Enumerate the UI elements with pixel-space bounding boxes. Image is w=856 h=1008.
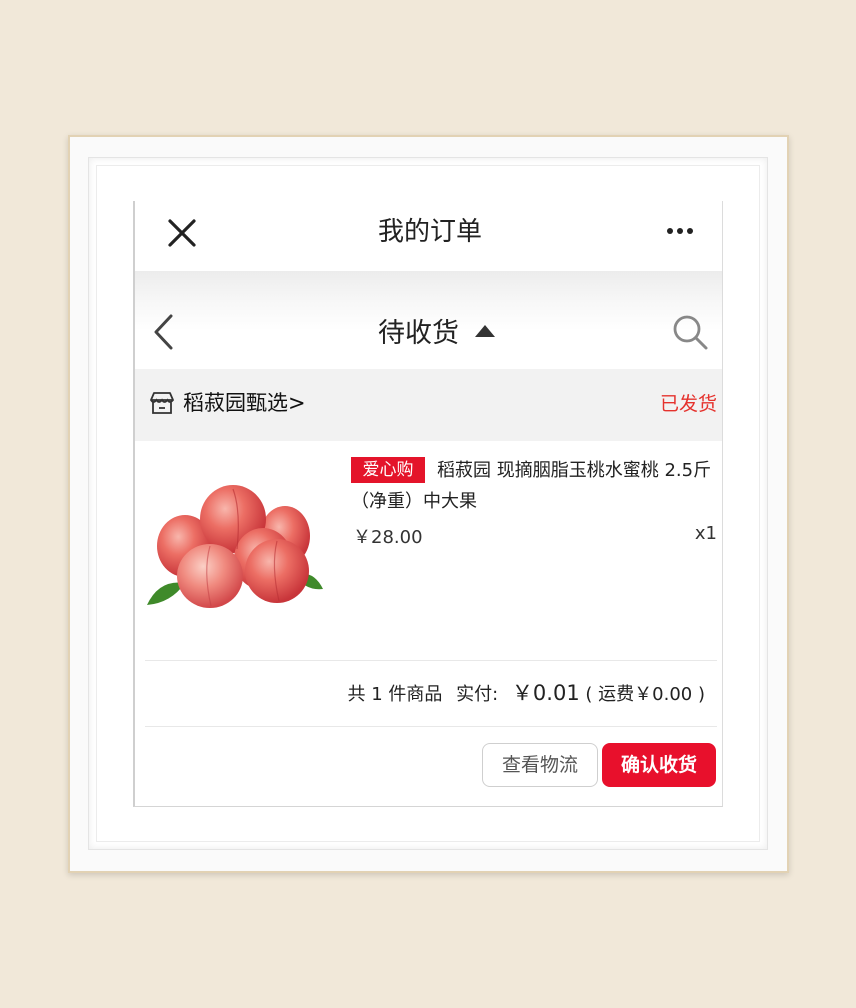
item-count: 共 1 件商品 xyxy=(347,684,443,705)
caret-up-icon[interactable] xyxy=(474,324,496,338)
order-filter-title[interactable]: 待收货 xyxy=(378,311,459,350)
divider xyxy=(145,660,717,661)
promo-tag-badge: 爱心购 xyxy=(351,457,425,483)
paid-amount: ￥0.01 xyxy=(511,681,580,705)
paid-label: 实付: xyxy=(456,684,499,705)
phone-screen: 我的订单 待收货 稻菽园甄选> 已发货 稻菽园 现摘胭脂玉桃水蜜桃 2.5斤（净… xyxy=(133,201,723,807)
peach-image[interactable] xyxy=(145,471,325,621)
order-status-badge: 已发货 xyxy=(659,393,717,415)
more-icon[interactable] xyxy=(665,225,695,237)
order-summary: 共 1 件商品 实付: ￥0.01 ( 运费￥0.00 ) xyxy=(335,677,705,707)
divider xyxy=(145,726,717,727)
chevron-left-icon[interactable] xyxy=(151,313,175,351)
product-quantity: x1 xyxy=(694,523,717,544)
product-price: ￥28.00 xyxy=(353,527,423,548)
store-icon xyxy=(150,392,174,414)
view-logistics-button[interactable]: 查看物流 xyxy=(482,743,598,787)
store-name-link[interactable]: 稻菽园甄选> xyxy=(183,387,306,417)
confirm-receipt-button[interactable]: 确认收货 xyxy=(602,743,716,787)
page-title: 我的订单 xyxy=(377,217,482,247)
shipping-fee: ( 运费￥0.00 ) xyxy=(585,684,705,705)
search-icon[interactable] xyxy=(671,313,709,351)
